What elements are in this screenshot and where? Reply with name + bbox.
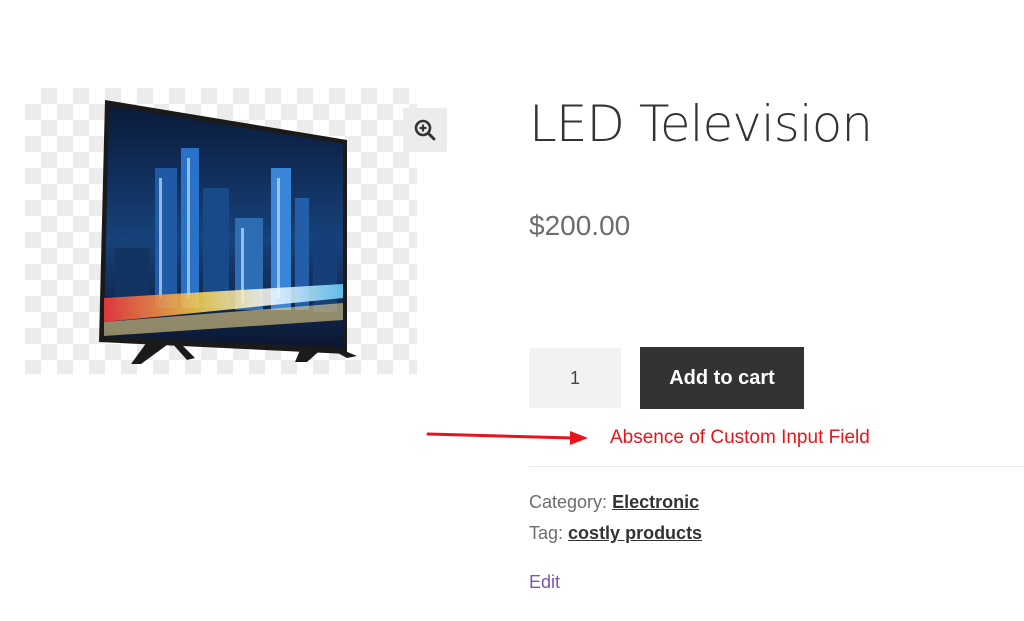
product-tag: Tag: costly products — [529, 521, 702, 545]
annotation-text: Absence of Custom Input Field — [610, 427, 870, 448]
zoom-in-icon — [414, 119, 436, 141]
tag-link[interactable]: costly products — [568, 523, 702, 543]
product-category: Category: Electronic — [529, 490, 699, 514]
product-price: $200.00 — [529, 210, 631, 241]
category-link[interactable]: Electronic — [612, 492, 699, 512]
category-label: Category: — [529, 492, 608, 512]
tag-label: Tag: — [529, 523, 564, 543]
zoom-button[interactable] — [403, 108, 447, 152]
product-image[interactable] — [95, 98, 385, 368]
edit-link[interactable]: Edit — [529, 570, 560, 594]
product-gallery — [25, 88, 417, 374]
add-to-cart-button[interactable]: Add to cart — [640, 347, 804, 409]
divider — [529, 466, 1024, 467]
quantity-input[interactable] — [529, 348, 621, 408]
product-title: LED Television — [529, 95, 873, 153]
annotation-arrow-icon — [426, 431, 588, 445]
